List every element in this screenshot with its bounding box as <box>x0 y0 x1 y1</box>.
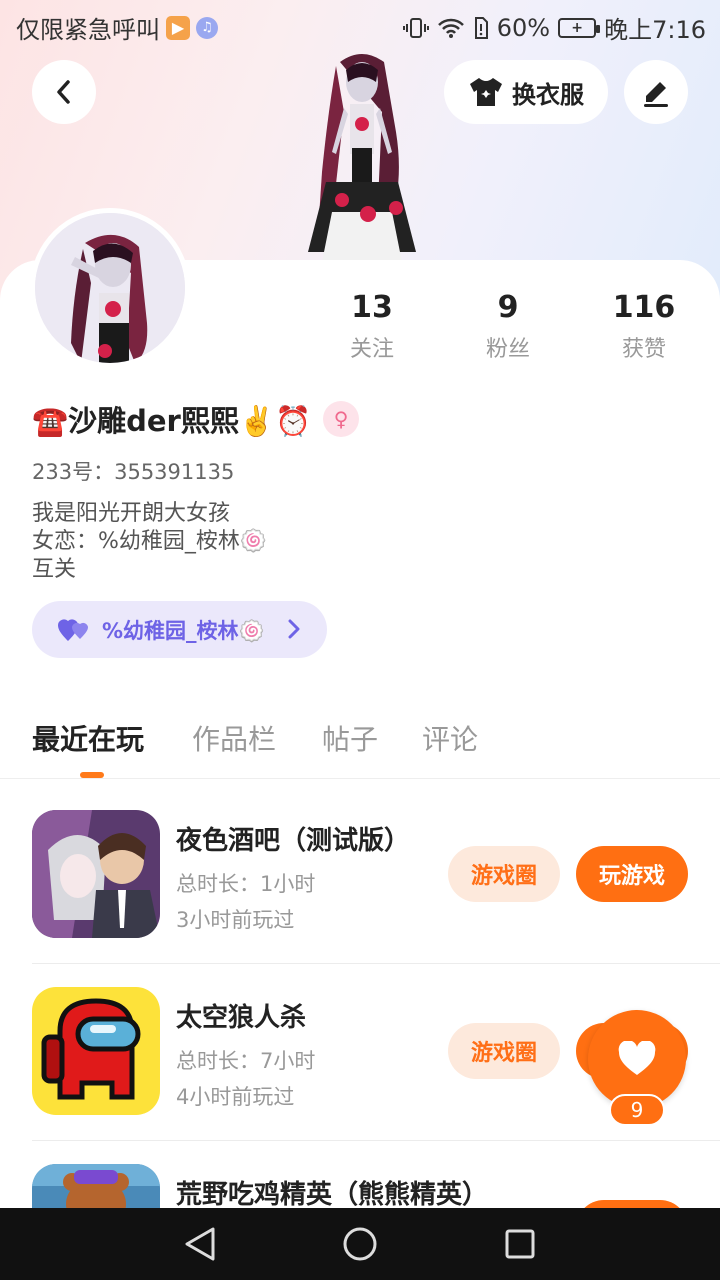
battery-percent: 60% <box>496 13 551 42</box>
row-divider <box>32 963 720 964</box>
chevron-left-icon <box>57 80 70 104</box>
clock: 晚上7:16 <box>604 16 706 44</box>
nav-home-button[interactable] <box>338 1222 382 1266</box>
stat-following[interactable]: 13 关注 <box>312 290 432 363</box>
name-row: ☎️沙雕der熙熙✌️⏰ ♀ <box>32 398 360 440</box>
bio-line: 我是阳光开朗大女孩 <box>32 501 231 526</box>
stat-following-count: 13 <box>351 290 393 325</box>
game-last-played: 3小时前玩过 <box>176 908 295 932</box>
character-figure <box>308 54 416 262</box>
tab-works[interactable]: 作品栏 <box>192 718 276 758</box>
change-outfit-button[interactable]: 换衣服 <box>444 60 608 124</box>
relationship-name: %幼稚园_桉林🍥 <box>102 618 265 643</box>
stat-likes[interactable]: 116 获赞 <box>584 290 704 363</box>
vibrate-icon <box>402 17 429 38</box>
username: ☎️沙雕der熙熙✌️⏰ <box>32 404 312 438</box>
game-icon-space-werewolf[interactable] <box>32 987 160 1115</box>
system-navigation-bar <box>0 1208 720 1280</box>
stat-followers-label: 粉丝 <box>485 337 530 362</box>
play-game-button[interactable]: 玩游戏 <box>576 846 688 902</box>
game-circle-button[interactable]: 游戏圈 <box>448 1023 560 1079</box>
stat-followers[interactable]: 9 粉丝 <box>448 290 568 363</box>
stat-following-label: 关注 <box>349 337 394 362</box>
tab-recently-played[interactable]: 最近在玩 <box>32 718 144 758</box>
stats-bar: 13 关注 9 粉丝 116 获赞 <box>0 290 720 370</box>
game-title: 太空狼人杀 <box>176 1003 307 1033</box>
bear-artwork <box>32 1164 160 1208</box>
status-carrier-text: 仅限紧急呼叫 <box>16 16 160 44</box>
sim-alert-icon <box>474 16 488 39</box>
heart-icon <box>618 1041 656 1075</box>
battery-icon: + <box>558 17 601 38</box>
night-bar-artwork <box>32 810 160 938</box>
change-outfit-label: 换衣服 <box>512 80 584 109</box>
bio: 我是阳光开朗大女孩 女恋：%幼稚园_桉林🍥 互关 <box>32 500 267 584</box>
user-id: 233号：355391135 <box>32 456 234 486</box>
game-last-played: 4小时前玩过 <box>176 1085 295 1109</box>
status-bar: 仅限紧急呼叫 ▶ ♫ 60% + 晚上7:16 <box>0 0 720 50</box>
music-notification-icon: ♫ <box>196 16 218 39</box>
tabs-divider <box>0 778 720 779</box>
game-title: 夜色酒吧（测试版） <box>176 826 411 856</box>
female-gender-icon: ♀ <box>323 401 360 437</box>
bio-line: 互关 <box>32 557 77 582</box>
game-title: 荒野吃鸡精英（熊熊精英） <box>176 1180 489 1208</box>
game-duration: 总时长：1小时 <box>176 872 316 896</box>
relationship-pill[interactable]: %幼稚园_桉林🍥 <box>32 601 327 658</box>
double-heart-icon <box>58 618 88 641</box>
game-icon-wild-chicken-elite[interactable] <box>32 1164 160 1208</box>
row-divider <box>32 1140 720 1141</box>
tab-comments[interactable]: 评论 <box>422 718 478 758</box>
game-row[interactable]: 夜色酒吧（测试版） 总时长：1小时 3小时前玩过 游戏圈 玩游戏 <box>0 810 720 986</box>
profile-tabs: 最近在玩 作品栏 帖子 评论 <box>0 706 720 778</box>
stat-likes-count: 116 <box>612 290 676 325</box>
tab-posts[interactable]: 帖子 <box>322 718 378 758</box>
square-recents-icon <box>505 1229 535 1259</box>
stat-likes-label: 获赞 <box>621 337 666 362</box>
user-id-value[interactable]: 355391135 <box>114 460 234 484</box>
circle-home-icon <box>343 1227 377 1261</box>
chevron-right-icon <box>288 619 300 639</box>
app-notification-icon: ▶ <box>166 15 190 40</box>
edit-profile-button[interactable] <box>624 60 688 124</box>
stat-followers-count: 9 <box>497 290 519 325</box>
nav-back-button[interactable] <box>178 1222 222 1266</box>
game-duration: 总时长：7小时 <box>176 1049 316 1073</box>
shirt-icon <box>470 78 502 106</box>
wifi-icon <box>437 18 464 38</box>
game-circle-button[interactable]: 游戏圈 <box>448 846 560 902</box>
like-count-badge: 9 <box>609 1094 665 1126</box>
back-button[interactable] <box>32 60 96 124</box>
bio-line: 女恋：%幼稚园_桉林🍥 <box>32 529 268 554</box>
play-game-button[interactable] <box>576 1200 688 1208</box>
user-id-label: 233号： <box>32 460 115 484</box>
nav-recents-button[interactable] <box>498 1222 542 1266</box>
game-row[interactable]: 荒野吃鸡精英（熊熊精英） <box>0 1164 720 1208</box>
pen-icon <box>644 82 668 107</box>
game-icon-night-bar[interactable] <box>32 810 160 938</box>
crewmate-artwork <box>32 987 160 1115</box>
triangle-back-icon <box>185 1227 215 1261</box>
